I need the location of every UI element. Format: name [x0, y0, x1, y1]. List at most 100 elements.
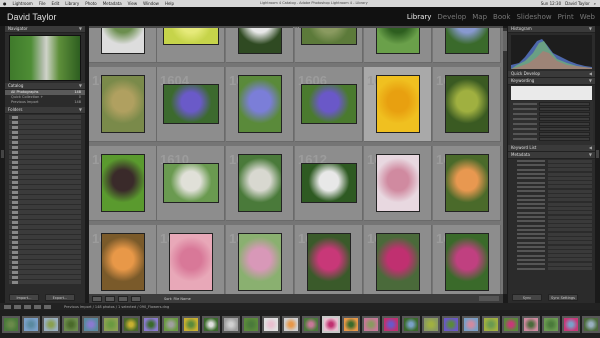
scroll-thumb[interactable] [503, 31, 507, 51]
catalog-header[interactable]: Catalog ▼ [5, 83, 85, 90]
folder-item[interactable] [9, 205, 81, 209]
grid-cell[interactable]: 1618 [295, 225, 363, 294]
module-slideshow[interactable]: Slideshow [516, 13, 551, 21]
thumbnail-size-slider[interactable] [479, 296, 499, 301]
photo-thumbnail[interactable] [376, 28, 420, 54]
grid-cell[interactable]: 1609 [89, 146, 157, 221]
folder-item[interactable] [9, 130, 81, 134]
grid-cell[interactable]: 1615 [89, 225, 157, 294]
metadata-value[interactable] [548, 189, 592, 193]
photo-thumbnail[interactable] [445, 75, 489, 133]
filmstrip-thumbnail[interactable] [502, 315, 520, 333]
filmstrip-thumbnail[interactable] [562, 315, 580, 333]
grid-icon[interactable] [24, 304, 31, 309]
folder-item[interactable] [9, 250, 81, 254]
filmstrip-thumbnail[interactable] [22, 315, 40, 333]
grid-cell[interactable]: 1607 [364, 67, 432, 142]
survey-view-button[interactable] [131, 295, 141, 302]
collapse-triangle-icon[interactable]: ◀ [589, 71, 592, 77]
folder-item[interactable] [9, 265, 81, 269]
keyword-value[interactable] [539, 126, 590, 131]
filmstrip-thumbnail[interactable] [42, 315, 60, 333]
keywording-header[interactable]: Keywording ▼ [508, 78, 595, 85]
grid-cell[interactable]: 1605 [226, 67, 294, 142]
filmstrip-thumbnail[interactable] [542, 315, 560, 333]
grid-cell[interactable]: 1599 [226, 28, 294, 63]
folder-item[interactable] [9, 170, 81, 174]
photo-thumbnail[interactable] [238, 75, 282, 133]
photo-thumbnail[interactable] [307, 233, 351, 291]
photo-thumbnail[interactable] [101, 233, 145, 291]
metadata-value[interactable] [548, 258, 592, 262]
keyword-value[interactable] [539, 106, 590, 111]
filmstrip-thumbnail[interactable] [462, 315, 480, 333]
filmstrip-thumbnail[interactable] [242, 315, 260, 333]
folder-item[interactable] [9, 215, 81, 219]
filmstrip-thumbnail[interactable] [402, 315, 420, 333]
import-button[interactable]: Import... [9, 294, 39, 301]
metadata-value[interactable] [548, 224, 592, 228]
collapse-triangle-icon[interactable]: ▼ [79, 83, 82, 89]
filmstrip-thumbnail[interactable] [202, 315, 220, 333]
grid-cell[interactable]: 1617 [226, 225, 294, 294]
filmstrip-thumbnail[interactable] [2, 315, 20, 333]
metadata-value[interactable] [548, 202, 592, 206]
filmstrip-thumbnail[interactable] [222, 315, 240, 333]
second-window-icon[interactable] [14, 304, 21, 309]
menu-edit[interactable]: Edit [49, 1, 63, 6]
navigator-header[interactable]: Navigator ▼ [5, 26, 85, 33]
keyword-value[interactable] [539, 111, 590, 116]
photo-thumbnail[interactable] [163, 28, 219, 45]
quick-develop-header[interactable]: Quick Develop ◀ [508, 71, 595, 78]
collapse-triangle-icon[interactable]: ▼ [589, 152, 592, 158]
filmstrip-thumbnail[interactable] [162, 315, 180, 333]
filmstrip-thumbnail[interactable] [142, 315, 160, 333]
collapse-triangle-icon[interactable]: ▼ [79, 26, 82, 32]
folder-item[interactable] [9, 240, 81, 244]
photo-thumbnail[interactable] [445, 28, 489, 54]
folder-item[interactable] [9, 270, 81, 274]
grid-cell[interactable]: 1619 [364, 225, 432, 294]
metadata-value[interactable] [548, 181, 592, 185]
metadata-value[interactable] [548, 194, 592, 198]
keyword-value[interactable] [539, 116, 590, 121]
folder-item[interactable] [9, 185, 81, 189]
photo-thumbnail[interactable] [445, 154, 489, 212]
metadata-value[interactable] [548, 176, 592, 180]
back-icon[interactable] [34, 304, 41, 309]
folder-item[interactable] [9, 175, 81, 179]
grid-cell[interactable]: 1604 [157, 67, 225, 142]
grid-cell[interactable]: 1620 [433, 225, 501, 294]
metadata-value[interactable] [548, 232, 592, 236]
grid-cell[interactable]: 1602 [433, 28, 501, 63]
main-window-icon[interactable] [4, 304, 11, 309]
metadata-value[interactable] [548, 241, 592, 245]
sort-label[interactable]: Sort: File Name [164, 297, 191, 301]
folder-item[interactable] [9, 195, 81, 199]
navigator-preview[interactable] [9, 35, 81, 81]
keyword-tags-box[interactable] [511, 86, 592, 100]
collapse-triangle-icon[interactable]: ▼ [589, 26, 592, 32]
folder-item[interactable] [9, 160, 81, 164]
photo-thumbnail[interactable] [163, 163, 219, 203]
export-button[interactable]: Export... [45, 294, 75, 301]
folder-item[interactable] [9, 225, 81, 229]
keyword-suggestion-row[interactable] [510, 136, 593, 141]
filmstrip-thumbnail[interactable] [422, 315, 440, 333]
metadata-value[interactable] [548, 215, 592, 219]
metadata-value[interactable] [548, 198, 592, 202]
histogram-header[interactable]: Histogram ▼ [508, 26, 595, 33]
folder-item[interactable] [9, 115, 81, 119]
menu-window[interactable]: Window [140, 1, 162, 6]
folder-item[interactable] [9, 180, 81, 184]
compare-view-button[interactable] [118, 295, 128, 302]
metadata-value[interactable] [548, 159, 592, 163]
photo-thumbnail[interactable] [301, 28, 357, 45]
metadata-value[interactable] [548, 228, 592, 232]
filmstrip-thumbnail[interactable] [362, 315, 380, 333]
folder-item[interactable] [9, 200, 81, 204]
keyword-value[interactable] [539, 136, 590, 141]
forward-icon[interactable] [44, 304, 51, 309]
grid-cell[interactable]: 1611 [226, 146, 294, 221]
folder-item[interactable] [9, 120, 81, 124]
